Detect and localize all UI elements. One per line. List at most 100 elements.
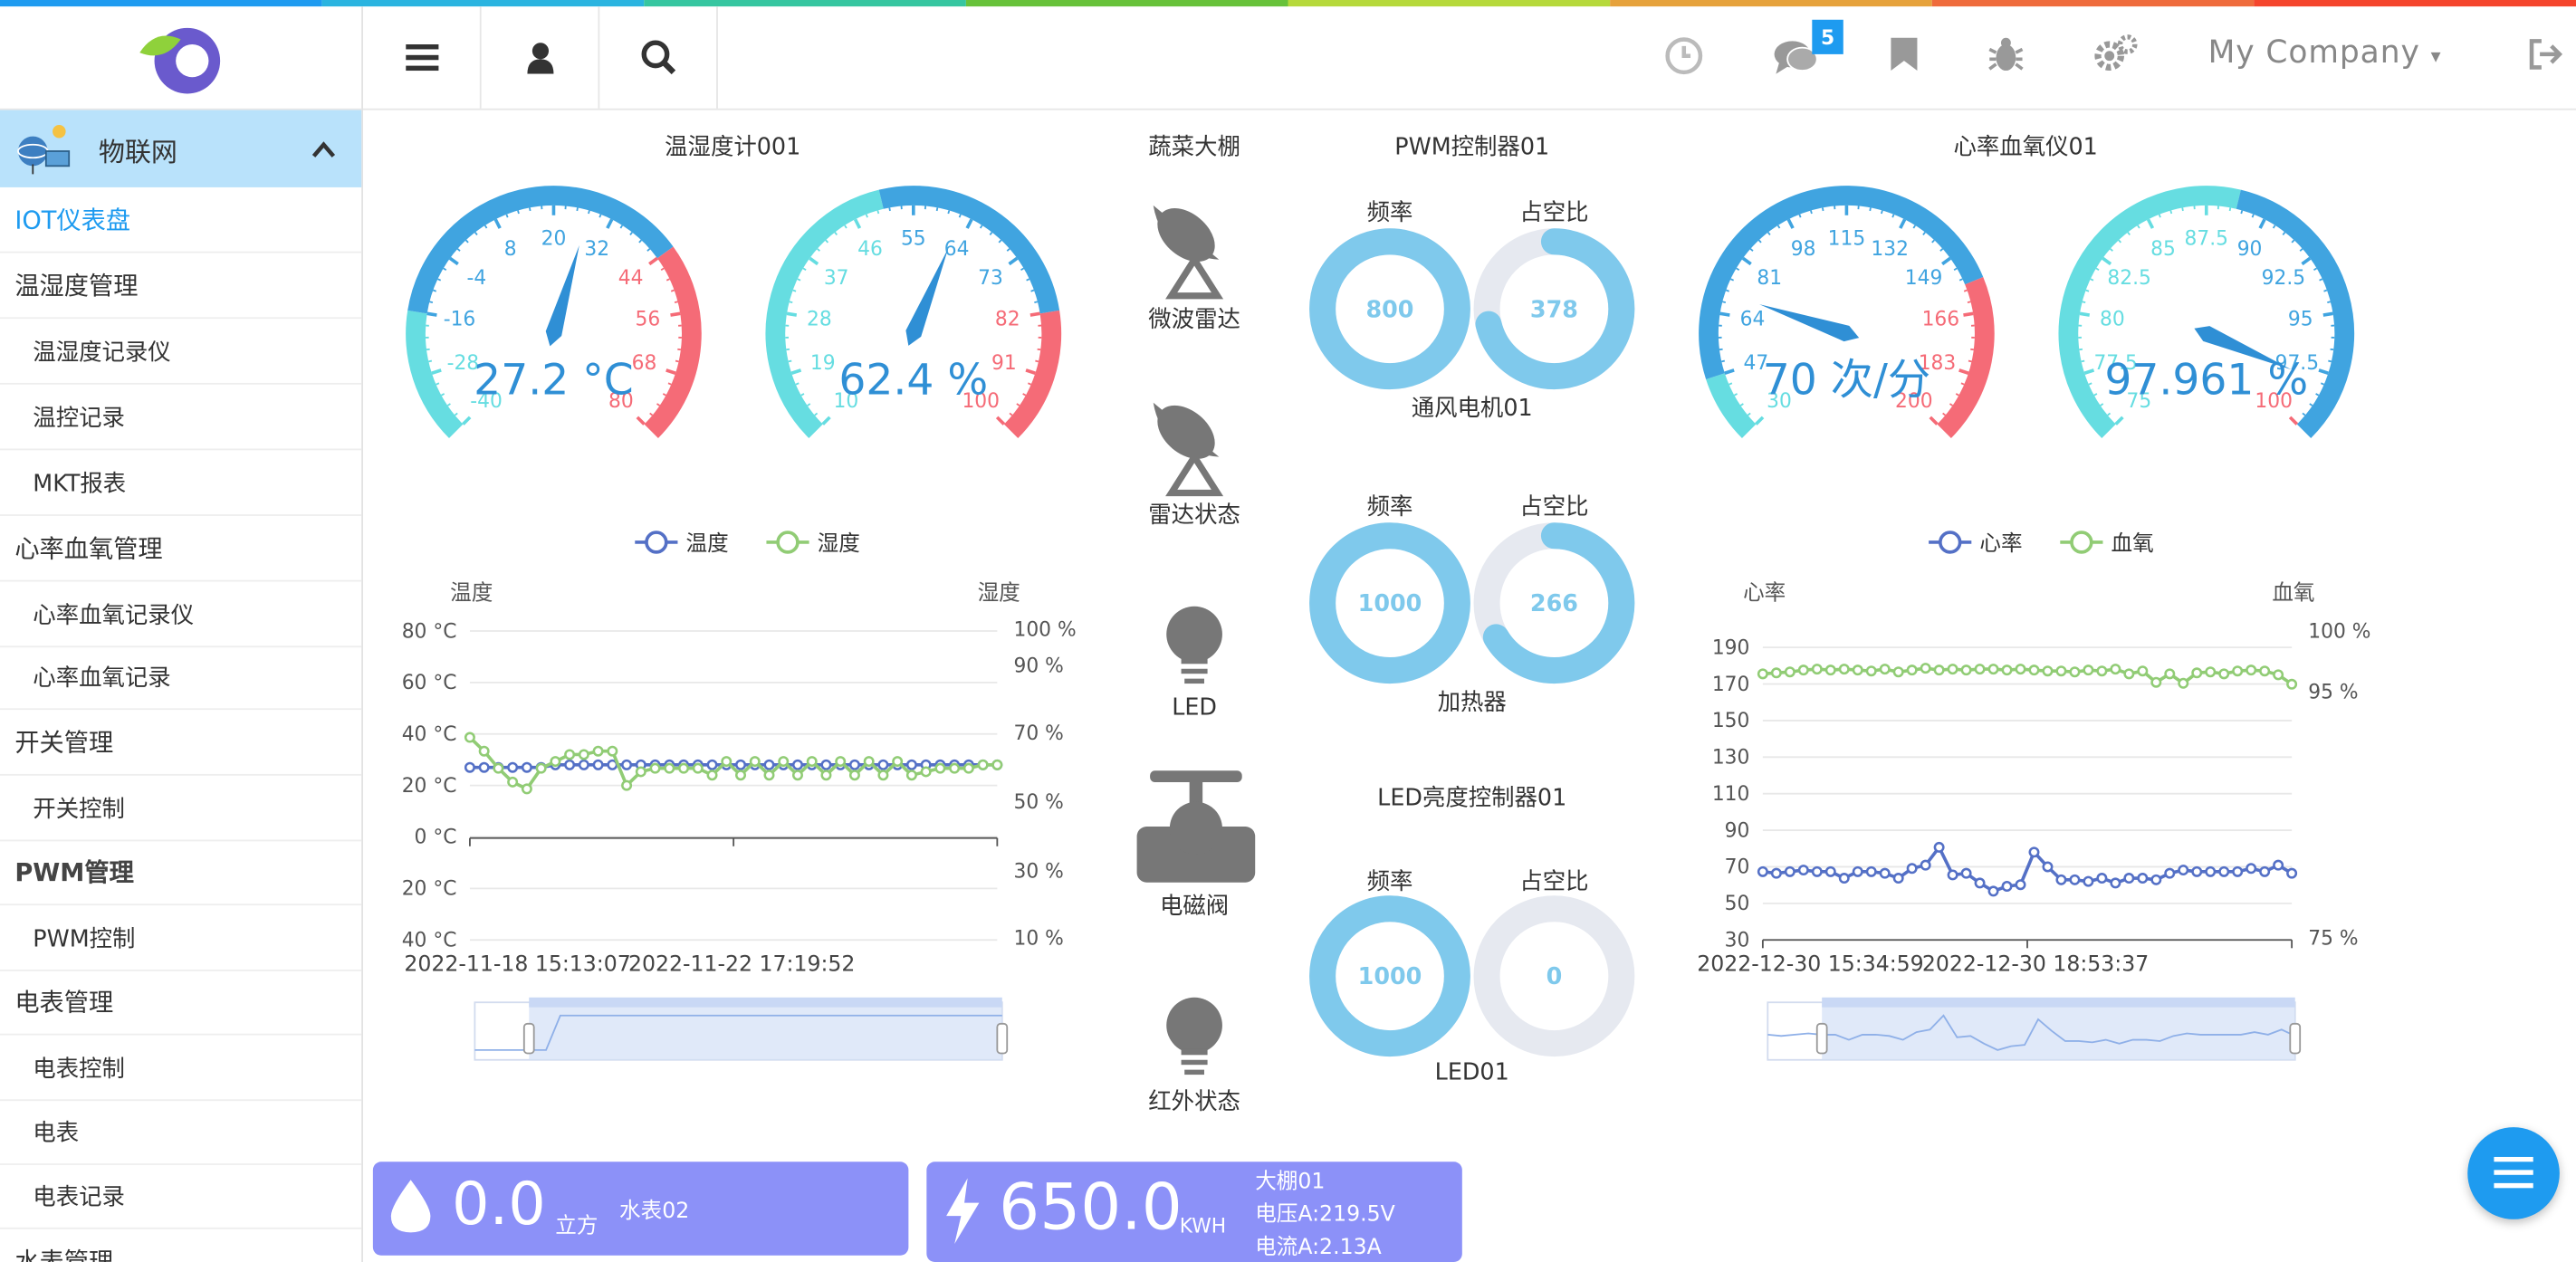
donut-value: 800 [1365, 295, 1413, 322]
gauge-tick [1891, 214, 1895, 218]
gauge-tick [674, 301, 678, 304]
data-point [721, 756, 733, 768]
gauge-tick [2093, 393, 2098, 397]
data-point [2259, 665, 2271, 677]
data-point [749, 756, 761, 768]
gauge-tick-label: 64 [944, 238, 970, 261]
data-point [1892, 666, 1904, 678]
gauge-tick [1931, 239, 1935, 244]
gauge-tick [888, 207, 891, 212]
gauge-tick [660, 267, 665, 272]
data-point [706, 759, 718, 770]
gauge-tick [649, 412, 654, 416]
gauge-tick-label: 91 [991, 352, 1017, 375]
gauge-tick [1955, 393, 1959, 397]
data-point [493, 762, 504, 774]
data-point [2055, 874, 2067, 885]
gauge-tick [965, 218, 973, 229]
floating-menu-button[interactable] [2467, 1127, 2560, 1219]
gauge-tick [1729, 278, 1735, 282]
valve-icon [1150, 770, 1242, 782]
y-tick-left: 60 °C [402, 672, 457, 694]
x-tick-label: 2022-12-30 18:53:37 [1922, 951, 2149, 977]
data-point [2259, 865, 2271, 877]
axis-title-left: 心率 [1743, 580, 1786, 606]
valve-icon [1169, 801, 1222, 855]
data-point [2069, 666, 2081, 678]
gauge-arc-segment [407, 186, 674, 314]
gauge-tick [2127, 232, 2131, 236]
gauge-tick [797, 278, 801, 282]
gauge-tick [2118, 239, 2122, 244]
radar-dish-icon [1157, 208, 1215, 263]
gauge-tick [1022, 393, 1027, 397]
gauge-tick [2137, 225, 2140, 229]
data-point [2232, 865, 2244, 877]
gauge-tick-label: 81 [1757, 267, 1782, 290]
gauge-tick [2090, 278, 2094, 282]
data-point [2028, 664, 2040, 676]
y-tick-right: 10 % [1013, 928, 1063, 951]
gauge-tick [436, 382, 440, 386]
gauge-tick-label: 166 [1922, 308, 1960, 330]
gauge-tick [2083, 368, 2095, 375]
y-tick-left: 80 °C [402, 620, 457, 643]
data-point [1879, 867, 1891, 879]
y-tick-left: 40 °C [402, 723, 457, 746]
water-drop-icon [390, 1180, 431, 1233]
gauge-tick [1722, 301, 1727, 304]
gauge-tick [821, 416, 831, 425]
y-tick-left: 20 °C [402, 878, 457, 901]
y-tick-right: 75 % [2308, 928, 2358, 951]
power-meter-card[interactable]: 650.0 KWH 大棚01 电压A:219.5V 电流A:2.13A [926, 1162, 1462, 1262]
light-bulb-icon [1181, 668, 1208, 674]
data-point [1811, 865, 1823, 877]
gauge-tick [1963, 289, 1968, 292]
data-point [820, 770, 832, 781]
data-point [1852, 865, 1863, 877]
data-point [1838, 664, 1850, 675]
data-point [2191, 667, 2203, 679]
gauge-tick [662, 393, 666, 397]
data-point [2096, 873, 2108, 884]
gauge-tick [809, 256, 819, 266]
gauge-tick [456, 248, 461, 252]
gauge-tick [1020, 267, 1025, 272]
gauge-tick [786, 311, 798, 317]
gauge-tick [1942, 412, 1947, 416]
gauge-tick [788, 359, 792, 363]
data-point [1770, 667, 1782, 679]
gauge-tick [834, 232, 838, 236]
gauge-tick [441, 393, 445, 397]
data-point [621, 779, 633, 791]
gauge-tick [1767, 232, 1771, 236]
data-point [1852, 664, 1863, 676]
gauge-tick [2282, 232, 2286, 236]
power-voltage: 电压A:219.5V [1255, 1202, 1395, 1228]
gauge-tick-label: -4 [466, 267, 486, 290]
data-point [564, 759, 576, 770]
data-point [664, 762, 675, 774]
data-point [635, 766, 646, 778]
data-point [1933, 664, 1945, 676]
water-meter-card[interactable]: 0.0 立方 水表02 [372, 1162, 909, 1256]
power-unit: KWH [1179, 1214, 1227, 1238]
data-point [791, 759, 803, 770]
y-tick-left: 150 [1712, 710, 1750, 732]
data-point [977, 759, 989, 770]
gauge-tick [1025, 368, 1036, 375]
data-point [1960, 664, 1972, 676]
y-tick-right: 70 % [1013, 722, 1063, 745]
valve-icon [1189, 781, 1203, 806]
y-tick-right: 50 % [1013, 791, 1063, 814]
gauge-tick [1798, 214, 1802, 218]
gauge-tick [1733, 393, 1738, 397]
data-point [892, 756, 904, 768]
data-point [949, 762, 961, 774]
gauge-tick-label: 98 [1791, 238, 1816, 261]
data-point [2110, 664, 2121, 675]
data-point [2178, 677, 2189, 689]
data-point [934, 762, 946, 774]
gauge-tick [2088, 382, 2092, 386]
gauge-tick [2081, 359, 2085, 363]
